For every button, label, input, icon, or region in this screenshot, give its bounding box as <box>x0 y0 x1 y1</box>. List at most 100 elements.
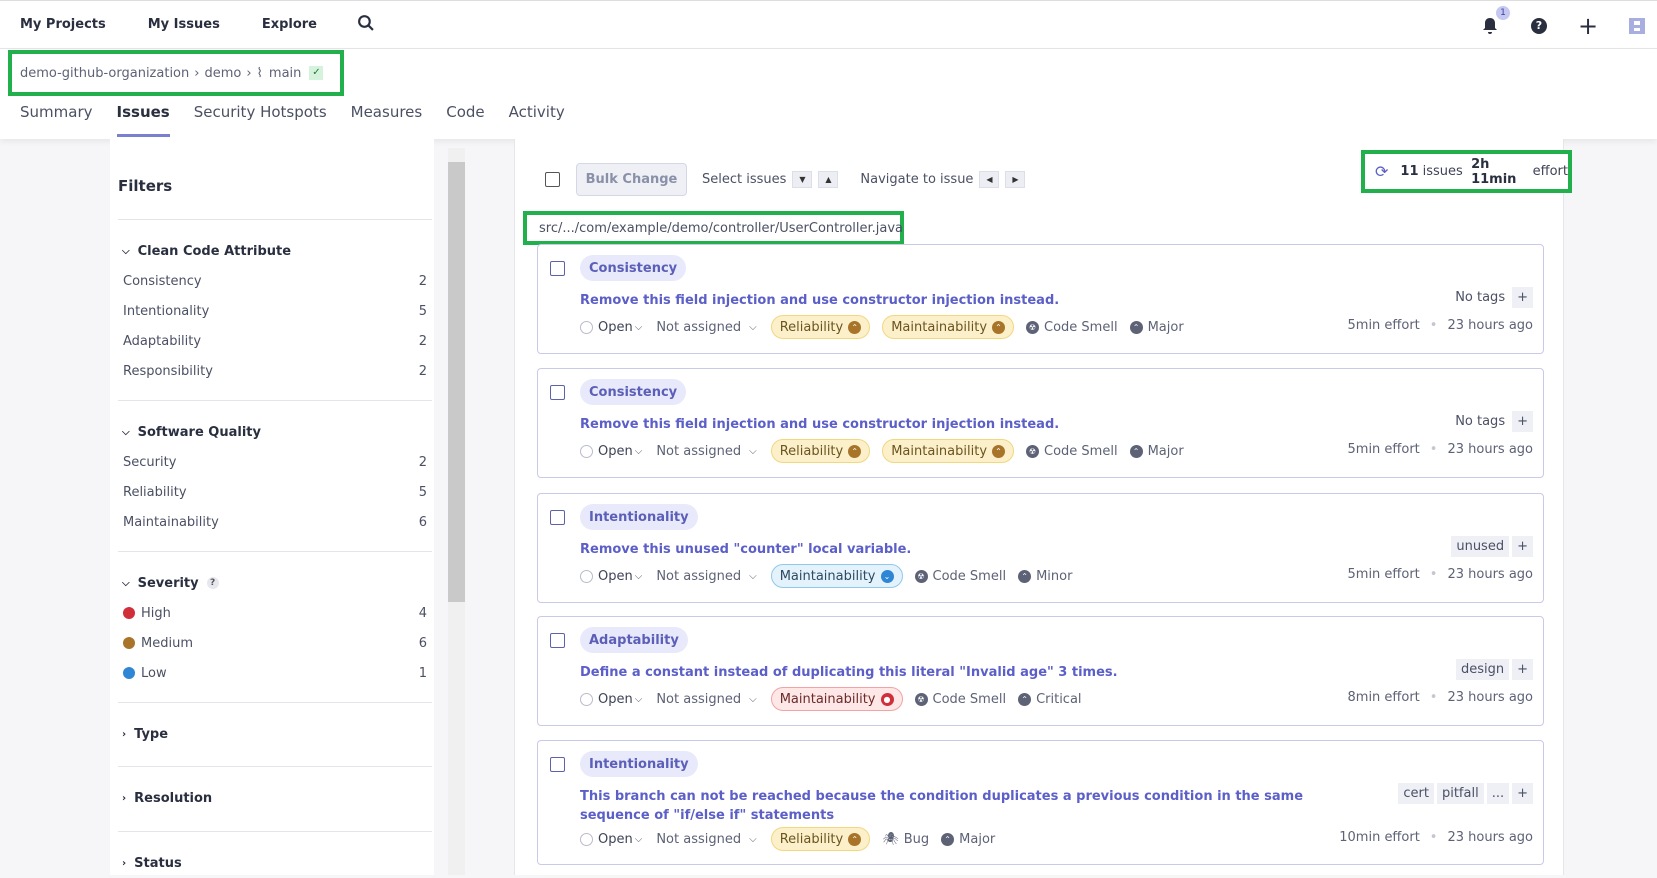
breadcrumb-branch[interactable]: main <box>269 66 301 81</box>
avatar[interactable] <box>1625 14 1649 38</box>
issue-checkbox[interactable] <box>550 633 565 648</box>
issue-checkbox[interactable] <box>550 261 565 276</box>
issues-count: 11 <box>1400 164 1419 179</box>
issue-message-link[interactable]: This branch can not be reached because t… <box>580 787 1370 825</box>
add-tag-button[interactable]: + <box>1512 659 1533 680</box>
assignee-dropdown[interactable]: Not assigned <box>656 832 741 847</box>
navigate-prev-button[interactable]: ◀ <box>979 171 1000 188</box>
issue-card[interactable]: Intentionality Remove this unused "count… <box>537 493 1544 603</box>
issue-checkbox[interactable] <box>550 510 565 525</box>
assignee-dropdown[interactable]: Not assigned <box>656 320 741 335</box>
plus-icon[interactable]: + <box>1576 12 1600 40</box>
select-prev-button[interactable]: ▲ <box>818 171 839 188</box>
filter-item[interactable]: Reliability 5 <box>118 477 432 507</box>
filter-item[interactable]: Medium 6 <box>118 628 432 658</box>
assignee-dropdown[interactable]: Not assigned <box>656 569 741 584</box>
issue-message-link[interactable]: Remove this field injection and use cons… <box>580 415 1370 434</box>
select-next-button[interactable]: ▼ <box>792 171 813 188</box>
issue-age[interactable]: 23 hours ago <box>1447 830 1533 845</box>
issue-message-link[interactable]: Remove this unused "counter" local varia… <box>580 540 1370 559</box>
software-quality-badge[interactable]: Maintainability ● <box>770 687 903 711</box>
issue-card[interactable]: Intentionality This branch can not be re… <box>537 740 1544 865</box>
nav-my-issues[interactable]: My Issues <box>148 17 220 32</box>
software-quality-badge[interactable]: Reliability ⌃ <box>770 439 871 463</box>
add-tag-button[interactable]: + <box>1512 287 1533 308</box>
breadcrumb-org[interactable]: demo-github-organization <box>20 66 189 81</box>
reload-icon[interactable]: ⟳ <box>1375 162 1388 181</box>
scrollbar-thumb[interactable] <box>448 162 465 602</box>
breadcrumb-project[interactable]: demo <box>204 66 241 81</box>
issue-card[interactable]: Consistency Remove this field injection … <box>537 368 1544 478</box>
tab-activity[interactable]: Activity <box>509 101 565 137</box>
software-quality-badge[interactable]: Maintainability ⌃ <box>882 439 1015 463</box>
tab-measures[interactable]: Measures <box>351 101 423 137</box>
filter-header[interactable]: ⌵ Software Quality <box>118 417 432 447</box>
clean-code-attribute-badge: Adaptability <box>580 627 688 653</box>
notifications-bell-icon[interactable]: 1 <box>1478 5 1510 38</box>
tag[interactable]: cert <box>1398 783 1434 804</box>
no-tags-label: No tags <box>1455 290 1506 305</box>
software-quality-badge[interactable]: Reliability ⌃ <box>770 827 871 851</box>
filter-item[interactable]: Security 2 <box>118 447 432 477</box>
tab-issues[interactable]: Issues <box>116 101 170 137</box>
status-dropdown[interactable]: Open <box>598 832 633 847</box>
software-quality-badge[interactable]: Maintainability ⌃ <box>882 315 1015 339</box>
filter-header[interactable]: › Resolution <box>118 783 432 813</box>
add-tag-button[interactable]: + <box>1512 783 1533 804</box>
assignee-dropdown[interactable]: Not assigned <box>656 444 741 459</box>
add-tag-button[interactable]: + <box>1512 411 1533 432</box>
software-quality-badge[interactable]: Reliability ⌃ <box>770 315 871 339</box>
nav-explore[interactable]: Explore <box>262 17 317 32</box>
help-icon[interactable]: ? <box>206 577 219 589</box>
issue-card[interactable]: Consistency Remove this field injection … <box>537 244 1544 354</box>
issue-message-link[interactable]: Remove this field injection and use cons… <box>580 291 1370 310</box>
filter-item[interactable]: Intentionality 5 <box>118 296 432 326</box>
filter-header[interactable]: › Type <box>118 719 432 749</box>
status-dropdown[interactable]: Open <box>598 692 633 707</box>
select-all-checkbox[interactable] <box>545 172 560 187</box>
status-dropdown[interactable]: Open <box>598 444 633 459</box>
filter-header[interactable]: › Status <box>118 848 432 878</box>
tab-code[interactable]: Code <box>446 101 484 137</box>
sidebar-scrollbar[interactable] <box>448 148 465 875</box>
issue-age[interactable]: 23 hours ago <box>1447 690 1533 705</box>
tag[interactable]: ... <box>1486 783 1510 804</box>
software-quality-badge[interactable]: Maintainability ⌄ <box>770 564 903 588</box>
filter-item[interactable]: Consistency 2 <box>118 266 432 296</box>
tab-summary[interactable]: Summary <box>20 101 93 137</box>
filter-item[interactable]: Adaptability 2 <box>118 326 432 356</box>
search-icon[interactable] <box>357 14 374 35</box>
issue-age[interactable]: 23 hours ago <box>1447 318 1533 333</box>
help-icon[interactable]: ? <box>1527 14 1551 38</box>
severity-low-icon: ⌄ <box>880 569 894 583</box>
severity-icon: ⌃ <box>1018 692 1032 706</box>
issue-checkbox[interactable] <box>550 385 565 400</box>
tab-security-hotspots[interactable]: Security Hotspots <box>194 101 327 137</box>
issue-age[interactable]: 23 hours ago <box>1447 567 1533 582</box>
issue-checkbox[interactable] <box>550 757 565 772</box>
add-tag-button[interactable]: + <box>1512 536 1533 557</box>
issue-message-link[interactable]: Define a constant instead of duplicating… <box>580 663 1370 682</box>
filter-header[interactable]: ⌵ Severity? <box>118 568 432 598</box>
file-path[interactable]: src/.../com/example/demo/controller/User… <box>523 211 904 245</box>
code-smell-icon: ☢ <box>914 692 928 706</box>
tag[interactable]: pitfall <box>1436 783 1484 804</box>
issue-severity: Major <box>959 831 996 847</box>
assignee-dropdown[interactable]: Not assigned <box>656 692 741 707</box>
tag[interactable]: design <box>1455 659 1510 680</box>
bulk-change-button[interactable]: Bulk Change <box>576 163 687 196</box>
issue-card[interactable]: Adaptability Define a constant instead o… <box>537 616 1544 726</box>
status-dropdown[interactable]: Open <box>598 320 633 335</box>
issue-tags: design + <box>1453 659 1533 680</box>
navigate-next-button[interactable]: ▶ <box>1005 171 1026 188</box>
status-dropdown[interactable]: Open <box>598 569 633 584</box>
nav-my-projects[interactable]: My Projects <box>20 17 106 32</box>
filter-item[interactable]: Maintainability 6 <box>118 507 432 537</box>
filter-item[interactable]: Responsibility 2 <box>118 356 432 386</box>
issue-age[interactable]: 23 hours ago <box>1447 442 1533 457</box>
filter-header[interactable]: ⌵ Clean Code Attribute <box>118 236 432 266</box>
issue-effort-age: 5min effort • 23 hours ago <box>1347 318 1533 333</box>
filter-item[interactable]: Low 1 <box>118 658 432 688</box>
filter-item[interactable]: High 4 <box>118 598 432 628</box>
tag[interactable]: unused <box>1451 536 1510 557</box>
